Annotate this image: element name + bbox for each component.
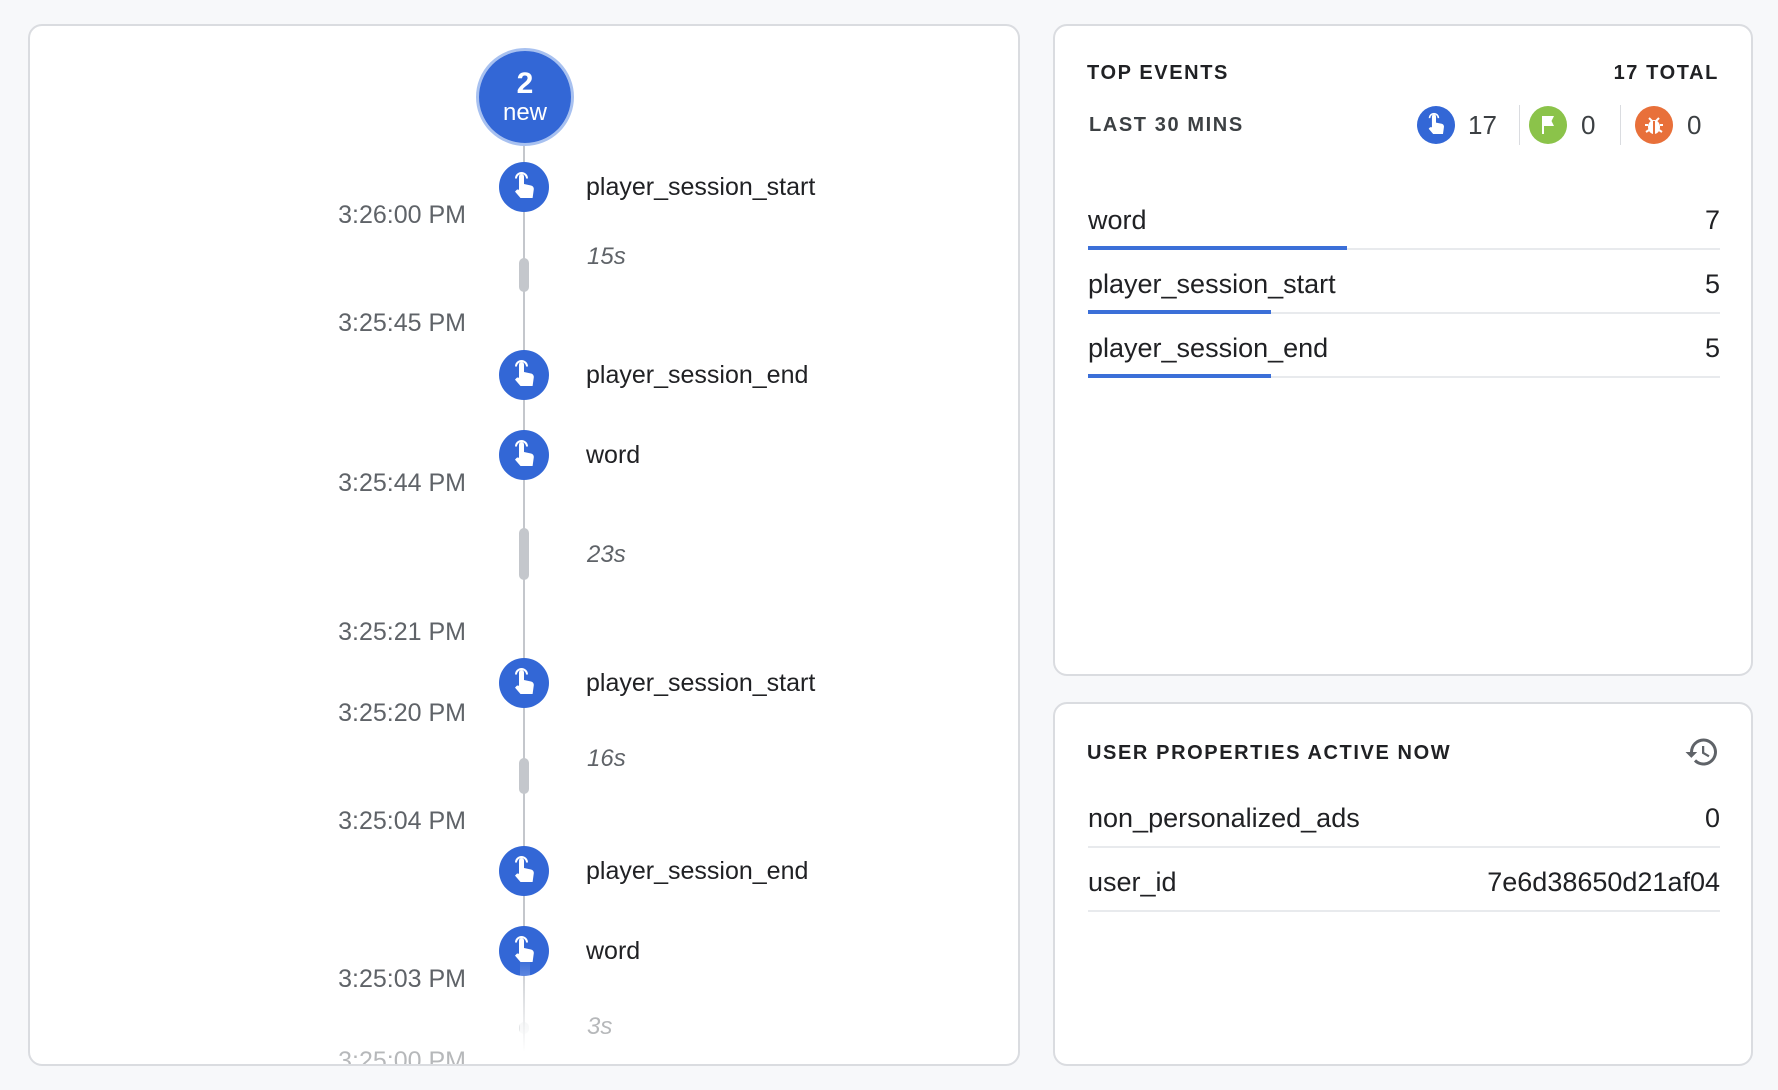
history-icon[interactable] xyxy=(1684,734,1720,770)
timestamp: 3:25:21 PM xyxy=(338,618,466,646)
top-event-name: player_session_start xyxy=(1088,269,1336,299)
touch-event-count: 17 xyxy=(1468,110,1497,140)
event-label[interactable]: player_session_end xyxy=(586,360,808,390)
stat-divider xyxy=(1519,105,1520,145)
touch-icon[interactable] xyxy=(499,350,549,400)
new-events-count: 2 xyxy=(516,67,534,100)
top-event-count: 5 xyxy=(1704,333,1720,363)
timestamp: 3:25:03 PM xyxy=(338,965,466,993)
user-property-value: 7e6d38650d21af04 xyxy=(1487,867,1720,897)
touch-icon[interactable] xyxy=(499,162,549,212)
top-event-row[interactable]: player_session_start 5 xyxy=(1088,250,1720,314)
gap-bar xyxy=(519,258,529,292)
timestamp: 3:25:44 PM xyxy=(338,469,466,497)
touch-icon[interactable] xyxy=(499,846,549,896)
top-events-card: TOP EVENTS 17 TOTAL LAST 30 MINS 17 0 0 … xyxy=(1053,24,1753,676)
gap-bar xyxy=(519,758,529,794)
touch-icon[interactable] xyxy=(499,658,549,708)
timeline-fade xyxy=(520,956,530,1064)
time-range-label: LAST 30 MINS xyxy=(1089,114,1244,136)
timestamp: 3:25:20 PM xyxy=(338,699,466,727)
user-property-row[interactable]: user_id 7e6d38650d21af04 xyxy=(1088,848,1720,912)
user-property-name: non_personalized_ads xyxy=(1088,803,1360,833)
gap-duration: 16s xyxy=(587,745,626,772)
user-property-row[interactable]: non_personalized_ads 0 xyxy=(1088,784,1720,848)
timestamp: 3:26:00 PM xyxy=(338,201,466,229)
top-event-name: player_session_end xyxy=(1088,333,1329,363)
user-properties-card: USER PROPERTIES ACTIVE NOW non_personali… xyxy=(1053,702,1753,1066)
event-label[interactable]: player_session_start xyxy=(586,172,815,202)
timestamp: 3:25:45 PM xyxy=(338,309,466,337)
flag-event-count: 0 xyxy=(1581,110,1596,140)
stat-divider xyxy=(1620,105,1621,145)
event-label[interactable]: player_session_end xyxy=(586,856,808,886)
gap-duration: 15s xyxy=(587,243,626,270)
touch-icon[interactable] xyxy=(499,430,549,480)
top-event-count: 7 xyxy=(1704,205,1720,235)
bug-event-count: 0 xyxy=(1687,110,1702,140)
top-events-title: TOP EVENTS xyxy=(1087,62,1229,84)
event-label[interactable]: word xyxy=(586,440,640,470)
top-event-row[interactable]: player_session_end 5 xyxy=(1088,314,1720,378)
new-events-label: new xyxy=(502,99,548,126)
event-label[interactable]: word xyxy=(586,936,640,966)
bug-icon[interactable] xyxy=(1635,106,1673,144)
gap-bar xyxy=(519,528,529,580)
timeline-card: 2 new player_session_start 3:26:00 PM 15… xyxy=(28,24,1020,1066)
top-events-total: 17 TOTAL xyxy=(1613,62,1719,84)
timestamp: 3:25:00 PM xyxy=(338,1047,466,1066)
top-event-name: word xyxy=(1088,205,1147,235)
top-event-share-bar xyxy=(1088,374,1272,378)
gap-duration: 3s xyxy=(587,1013,613,1040)
user-property-value: 0 xyxy=(1704,803,1720,833)
user-property-name: user_id xyxy=(1088,867,1177,897)
gap-duration: 23s xyxy=(587,541,626,568)
top-event-row[interactable]: word 7 xyxy=(1088,186,1720,250)
top-event-count: 5 xyxy=(1704,269,1720,299)
touch-icon[interactable] xyxy=(1417,106,1455,144)
user-properties-title: USER PROPERTIES ACTIVE NOW xyxy=(1087,742,1452,764)
event-label[interactable]: player_session_start xyxy=(586,668,815,698)
new-events-bubble[interactable]: 2 new xyxy=(476,48,574,146)
timestamp: 3:25:04 PM xyxy=(338,807,466,835)
flag-icon[interactable] xyxy=(1529,106,1567,144)
